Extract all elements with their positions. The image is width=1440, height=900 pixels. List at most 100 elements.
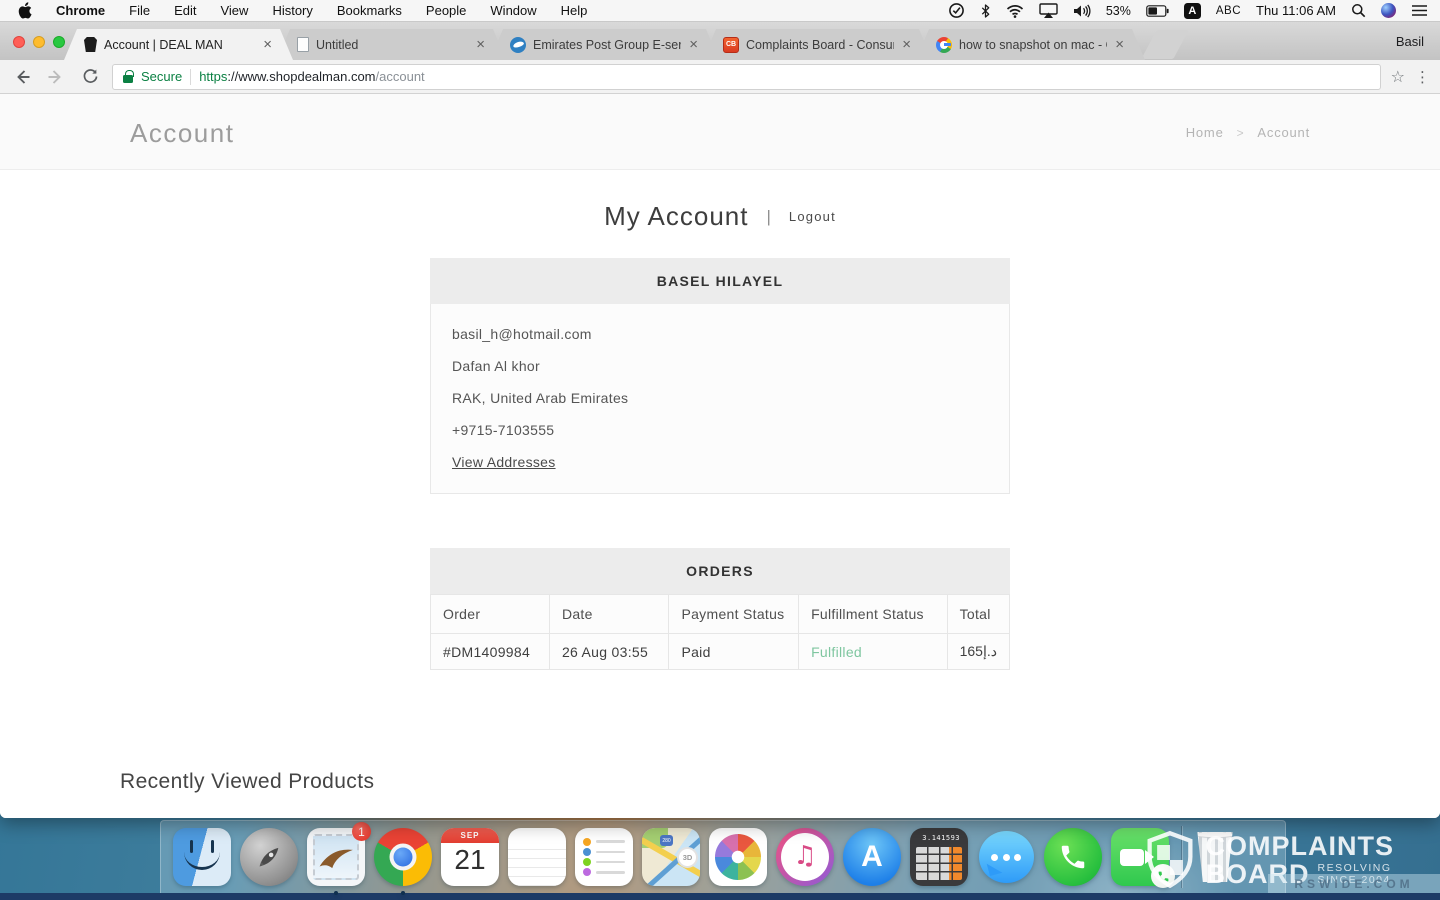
dock-calculator-icon[interactable]: 3.141593 (910, 828, 968, 886)
breadcrumb-home-link[interactable]: Home (1186, 125, 1224, 140)
bluetooth-icon[interactable] (980, 3, 991, 19)
dock-notes-icon[interactable] (508, 828, 566, 886)
dock-chrome-icon[interactable] (374, 828, 432, 886)
page-content: Account Home > Account My Account|Logout… (0, 94, 1440, 818)
dock-photos-icon[interactable] (709, 828, 767, 886)
view-addresses-link[interactable]: View Addresses (452, 454, 556, 470)
volume-icon[interactable] (1073, 4, 1091, 18)
order-fulfillment-status: Fulfilled (799, 634, 948, 670)
input-source-label[interactable]: ABC (1216, 5, 1241, 17)
chrome-menu-icon[interactable]: ⋮ (1415, 68, 1430, 86)
secure-lock-icon[interactable] (123, 75, 133, 83)
reminder-line (596, 851, 625, 854)
order-payment-status: Paid (669, 634, 799, 670)
menu-item-window[interactable]: Window (490, 3, 536, 18)
dock-launchpad-icon[interactable] (240, 828, 298, 886)
battery-icon[interactable] (1146, 5, 1169, 17)
menu-item-edit[interactable]: Edit (174, 3, 196, 18)
menu-app-name[interactable]: Chrome (56, 3, 105, 18)
tab-title: Emirates Post Group E-service (533, 38, 681, 52)
tab-close-icon[interactable]: × (901, 37, 912, 52)
address-bar[interactable]: Secure https://www.shopdealman.com/accou… (112, 64, 1381, 90)
eagle-glyph (318, 844, 356, 870)
chrome-center (394, 848, 413, 867)
notification-center-icon[interactable] (1411, 4, 1428, 17)
mail-stamp (313, 834, 359, 880)
calendar-month: SEP (441, 828, 499, 843)
breadcrumb-separator: > (1237, 126, 1245, 140)
dock-reminders-icon[interactable] (575, 828, 633, 886)
tab-close-icon[interactable]: × (1114, 37, 1125, 52)
new-tab-button[interactable] (1141, 30, 1188, 59)
tab-complaints-board[interactable]: CB Complaints Board - Consumer × (703, 29, 932, 60)
wifi-icon[interactable] (1006, 4, 1024, 18)
menu-item-bookmarks[interactable]: Bookmarks (337, 3, 402, 18)
reminder-dot (583, 868, 591, 876)
url-text[interactable]: https://www.shopdealman.com/account (199, 69, 424, 84)
dock-messages-icon[interactable] (977, 828, 1035, 886)
dock-mail-icon[interactable]: 1 (307, 828, 365, 886)
menu-bar-clock[interactable]: Thu 11:06 AM (1256, 3, 1336, 18)
tab-close-icon[interactable]: × (262, 37, 273, 52)
tabs: Account | DEAL MAN × Untitled × Emirates… (64, 22, 1440, 60)
dock-itunes-icon[interactable]: ♫ (776, 828, 834, 886)
dock-maps-icon[interactable]: 280 3D (642, 828, 700, 886)
messages-dot (1014, 854, 1021, 861)
zoom-window-button[interactable] (53, 36, 65, 48)
logout-link[interactable]: Logout (789, 209, 836, 224)
browser-toolbar: Secure https://www.shopdealman.com/accou… (0, 60, 1440, 94)
messages-bubble-tail (977, 864, 1002, 889)
check-circle-icon[interactable] (948, 2, 965, 19)
page-header-band: Account Home > Account (0, 94, 1440, 170)
reload-button[interactable] (78, 65, 102, 89)
account-heading-row: My Account|Logout (0, 201, 1440, 232)
tab-account-dealman[interactable]: Account | DEAL MAN × (64, 29, 293, 60)
menu-item-history[interactable]: History (272, 3, 312, 18)
page-title: Account (130, 118, 234, 149)
battery-percent: 53% (1106, 4, 1131, 18)
watermark-tagline-top: RESOLVING (1318, 862, 1392, 874)
menu-bar-left: Chrome File Edit View History Bookmarks … (18, 2, 587, 19)
tab-close-icon[interactable]: × (688, 37, 699, 52)
airplay-icon[interactable] (1039, 3, 1058, 18)
chrome-profile-name[interactable]: Basil (1396, 34, 1440, 49)
menu-item-people[interactable]: People (426, 3, 466, 18)
menu-item-help[interactable]: Help (561, 3, 588, 18)
omnibox-divider (190, 69, 191, 85)
col-fulfillment-status: Fulfillment Status (799, 595, 948, 634)
close-window-button[interactable] (13, 36, 25, 48)
menu-item-file[interactable]: File (129, 3, 150, 18)
url-host: ://www.shopdealman.com (227, 69, 375, 84)
order-number[interactable]: #DM1409984 (431, 634, 550, 670)
secure-label: Secure (141, 69, 182, 84)
finder-smile (184, 850, 220, 870)
bookmark-star-icon[interactable]: ☆ (1391, 67, 1405, 86)
profile-email: basil_h@hotmail.com (452, 326, 988, 342)
dock-appstore-icon[interactable]: A (843, 828, 901, 886)
reminder-line (596, 871, 625, 874)
orders-table: Order Date Payment Status Fulfillment St… (430, 594, 1010, 670)
apple-logo-icon[interactable] (18, 2, 32, 19)
back-button[interactable] (10, 65, 34, 89)
dock-phone-icon[interactable] (1044, 828, 1102, 886)
reminder-line (596, 840, 625, 843)
tab-emirates-post[interactable]: Emirates Post Group E-service × (490, 29, 719, 60)
google-favicon-icon (936, 37, 952, 53)
reminder-dot (583, 848, 591, 856)
menu-item-view[interactable]: View (220, 3, 248, 18)
heading-divider: | (767, 207, 771, 226)
tab-untitled[interactable]: Untitled × (277, 29, 506, 60)
phone-handset-glyph (1058, 842, 1088, 872)
messages-dot (991, 854, 998, 861)
siri-icon[interactable] (1381, 3, 1396, 18)
dock-calendar-icon[interactable]: SEP 21 (441, 828, 499, 886)
tab-close-icon[interactable]: × (475, 37, 486, 52)
mail-badge: 1 (352, 822, 371, 841)
minimize-window-button[interactable] (33, 36, 45, 48)
input-source-icon[interactable]: A (1184, 3, 1201, 19)
spotlight-icon[interactable] (1351, 3, 1366, 18)
tab-google-search[interactable]: how to snapshot on mac - Goo × (916, 29, 1145, 60)
forward-button[interactable] (44, 65, 68, 89)
dock-finder-icon[interactable] (173, 828, 231, 886)
maps-3d-badge: 3D (677, 847, 698, 868)
